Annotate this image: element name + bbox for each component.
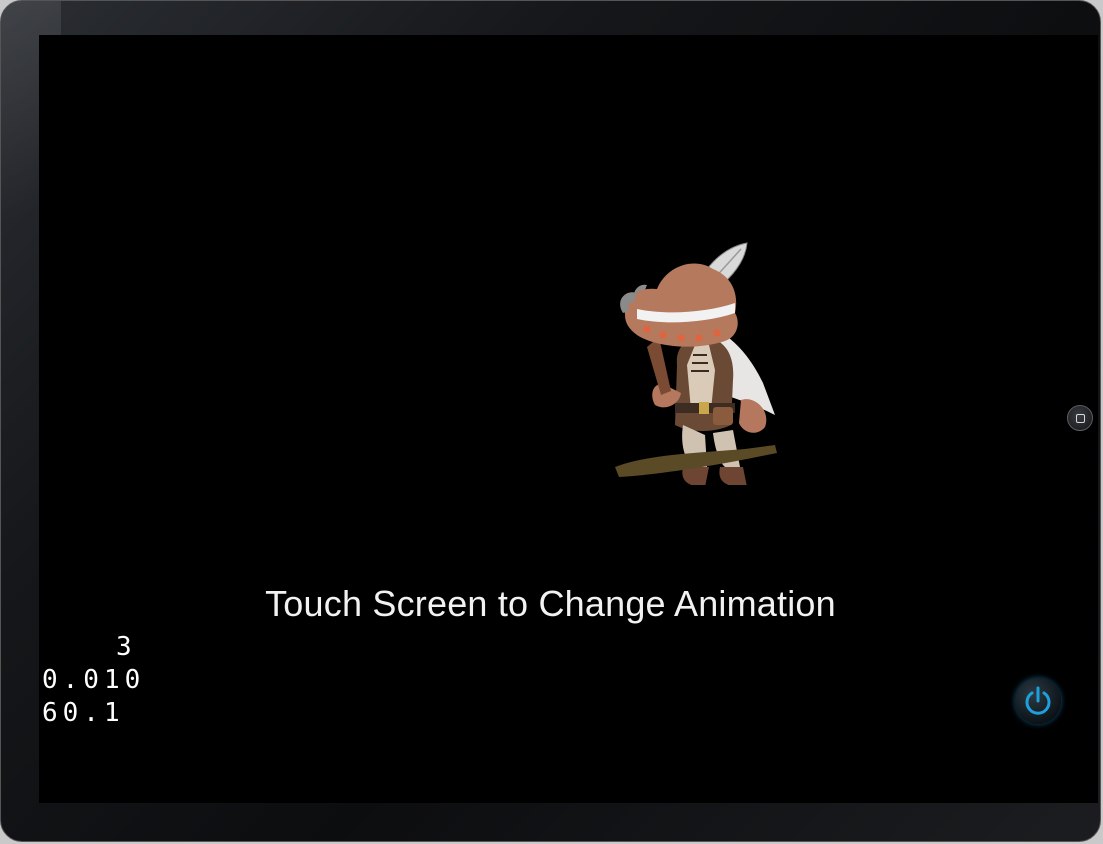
home-button-icon[interactable] [1067,405,1093,431]
frame-time-stat: 0.010 [42,665,146,695]
draw-calls-stat: 3 [116,632,137,662]
change-animation-prompt: Touch Screen to Change Animation [265,583,836,624]
power-button[interactable] [1015,678,1061,724]
game-screen[interactable]: Touch Screen to Change Animation 3 0.010 6… [39,35,1098,803]
device-frame: Touch Screen to Change Animation 3 0.010 6… [0,0,1101,842]
power-icon [1025,686,1051,715]
debug-stats: 3 0.010 60.1 [42,631,145,730]
fps-stat: 60.1 [42,698,125,728]
musketeer-character-sprite [615,242,777,485]
home-square-icon [1075,413,1085,423]
